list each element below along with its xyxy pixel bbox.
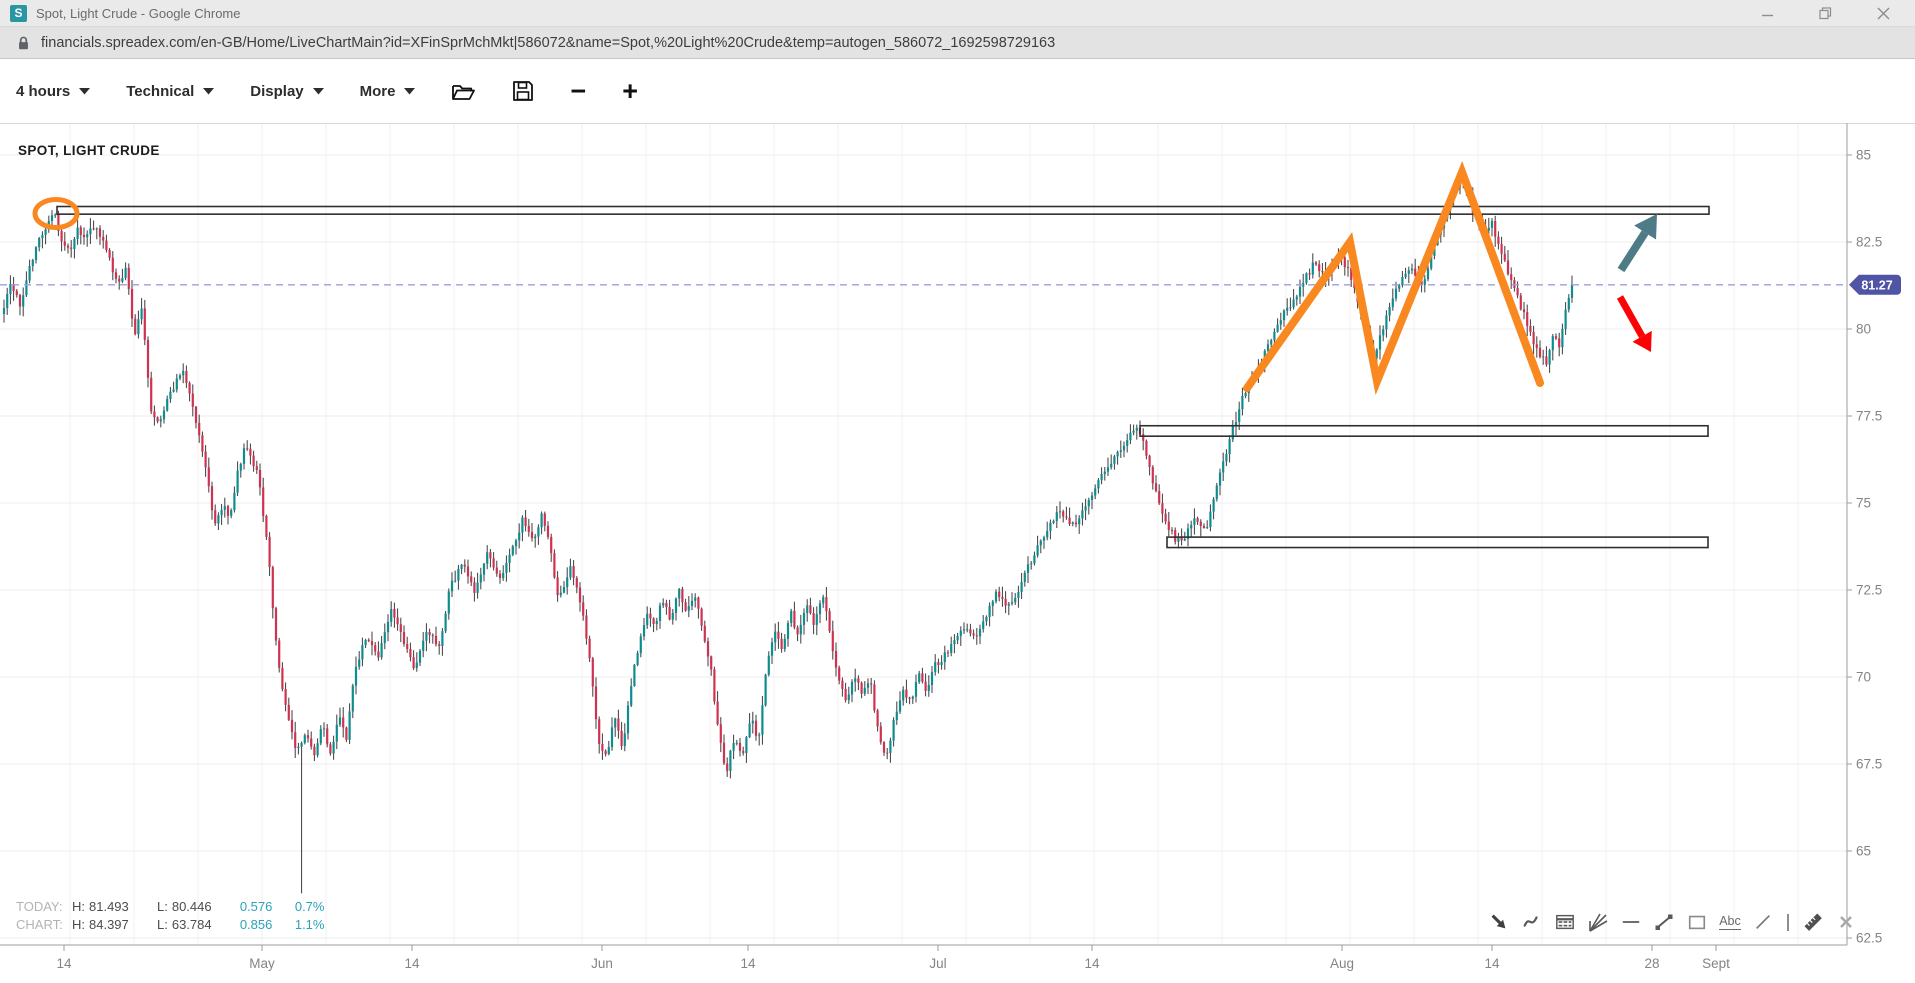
- chevron-down-icon: [79, 88, 90, 95]
- svg-text:80: 80: [1856, 322, 1871, 337]
- menu-more-label: More: [360, 83, 396, 100]
- svg-text:72.5: 72.5: [1856, 583, 1882, 598]
- horizontal-line-icon: [1620, 912, 1642, 932]
- rectangle-icon: [1686, 912, 1708, 932]
- curve-icon: [1522, 912, 1542, 932]
- close-drawing-toolbar-button[interactable]: [1834, 909, 1858, 935]
- restore-icon: [1819, 7, 1832, 20]
- minimize-button[interactable]: [1759, 5, 1775, 21]
- svg-text:Sept: Sept: [1702, 956, 1730, 971]
- drawing-toolbar: Abc: [1487, 909, 1858, 935]
- curve-tool-button[interactable]: [1520, 909, 1544, 935]
- close-icon: [1838, 914, 1854, 930]
- text-tool-label: Abc: [1719, 914, 1741, 930]
- stats-row-today: TODAY: H: 81.493 L: 80.446 0.576 0.7%: [16, 899, 350, 914]
- chart-toolbar: 4 hours Technical Display More − +: [0, 59, 1915, 123]
- toolbar-separator: [1787, 914, 1789, 931]
- url-text[interactable]: financials.spreadex.com/en-GB/Home/LiveC…: [41, 35, 1055, 51]
- diagonal-line-tool-button[interactable]: [1751, 909, 1775, 935]
- restore-button[interactable]: [1817, 5, 1833, 21]
- change-pct-value: 0.7%: [295, 899, 350, 914]
- high-value: 81.493: [89, 899, 141, 914]
- horizontal-line-tool-button[interactable]: [1619, 909, 1643, 935]
- low-value: 63.784: [172, 917, 224, 932]
- menu-timeframe[interactable]: 4 hours: [16, 83, 90, 100]
- chevron-down-icon: [203, 88, 214, 95]
- svg-text:70: 70: [1856, 670, 1871, 685]
- site-favicon: S: [10, 5, 27, 22]
- low-label: L:: [157, 899, 168, 914]
- change-value: 0.576: [240, 899, 295, 914]
- table-icon: [1554, 912, 1576, 932]
- trend-line-tool-button[interactable]: [1652, 909, 1676, 935]
- svg-text:77.5: 77.5: [1856, 409, 1882, 424]
- menu-more[interactable]: More: [360, 83, 416, 100]
- menu-timeframe-label: 4 hours: [16, 83, 70, 100]
- open-chart-button[interactable]: [451, 81, 476, 102]
- high-label: H:: [72, 917, 85, 932]
- chevron-down-icon: [313, 88, 324, 95]
- minimize-icon: [1761, 7, 1774, 20]
- close-window-button[interactable]: [1875, 5, 1891, 21]
- fan-lines-tool-button[interactable]: [1586, 909, 1610, 935]
- stats-label: TODAY:: [16, 899, 72, 914]
- svg-text:14: 14: [1484, 956, 1500, 971]
- price-chart-canvas[interactable]: 85 82.5 80 77.5 75 72.5 70 67.5 65 62.5 14 May 14 Jun…: [0, 0, 1915, 983]
- svg-text:28: 28: [1644, 956, 1659, 971]
- table-tool-button[interactable]: [1553, 909, 1577, 935]
- trend-line-icon: [1653, 911, 1675, 933]
- current-price-tag: 81.27: [1861, 278, 1892, 292]
- window-titlebar: S Spot, Light Crude - Google Chrome: [0, 0, 1915, 27]
- svg-text:Jun: Jun: [591, 956, 613, 971]
- svg-text:85: 85: [1856, 148, 1871, 163]
- svg-text:May: May: [249, 956, 275, 971]
- fan-lines-icon: [1587, 911, 1609, 933]
- zoom-out-button[interactable]: −: [570, 81, 586, 101]
- svg-text:14: 14: [56, 956, 72, 971]
- rectangle-tool-button[interactable]: [1685, 909, 1709, 935]
- svg-text:Aug: Aug: [1330, 956, 1354, 971]
- menu-technical[interactable]: Technical: [126, 83, 214, 100]
- window-title: Spot, Light Crude - Google Chrome: [36, 6, 241, 21]
- menu-display-label: Display: [250, 83, 303, 100]
- ruler-icon: [1801, 910, 1825, 934]
- save-chart-button[interactable]: [512, 80, 534, 102]
- window-controls: [1759, 5, 1905, 21]
- pointer-arrow-icon: [1489, 912, 1509, 932]
- low-value: 80.446: [172, 899, 224, 914]
- save-icon: [512, 80, 534, 102]
- low-label: L:: [157, 917, 168, 932]
- diagonal-line-icon: [1753, 912, 1773, 932]
- stats-panel: TODAY: H: 81.493 L: 80.446 0.576 0.7% CH…: [16, 899, 350, 935]
- high-value: 84.397: [89, 917, 141, 932]
- menu-display[interactable]: Display: [250, 83, 323, 100]
- stats-row-chart: CHART: H: 84.397 L: 63.784 0.856 1.1%: [16, 917, 350, 932]
- text-tool-button[interactable]: Abc: [1718, 909, 1742, 935]
- svg-text:65: 65: [1856, 844, 1871, 859]
- zoom-in-button[interactable]: +: [622, 81, 638, 101]
- svg-text:67.5: 67.5: [1856, 757, 1882, 772]
- chart-title: SPOT, LIGHT CRUDE: [18, 143, 160, 158]
- change-pct-value: 1.1%: [295, 917, 350, 932]
- svg-text:14: 14: [1084, 956, 1100, 971]
- url-bar[interactable]: financials.spreadex.com/en-GB/Home/LiveC…: [0, 27, 1915, 59]
- change-value: 0.856: [240, 917, 295, 932]
- ruler-tool-button[interactable]: [1801, 909, 1825, 935]
- svg-text:82.5: 82.5: [1856, 235, 1882, 250]
- menu-technical-label: Technical: [126, 83, 194, 100]
- open-folder-icon: [451, 81, 476, 102]
- svg-text:62.5: 62.5: [1856, 931, 1882, 946]
- svg-text:14: 14: [404, 956, 420, 971]
- close-window-icon: [1877, 7, 1890, 20]
- pointer-tool-button[interactable]: [1487, 909, 1511, 935]
- high-label: H:: [72, 899, 85, 914]
- lock-icon: [17, 35, 30, 51]
- svg-text:75: 75: [1856, 496, 1871, 511]
- chevron-down-icon: [404, 88, 415, 95]
- stats-label: CHART:: [16, 917, 72, 932]
- svg-text:Jul: Jul: [929, 956, 946, 971]
- svg-text:14: 14: [740, 956, 756, 971]
